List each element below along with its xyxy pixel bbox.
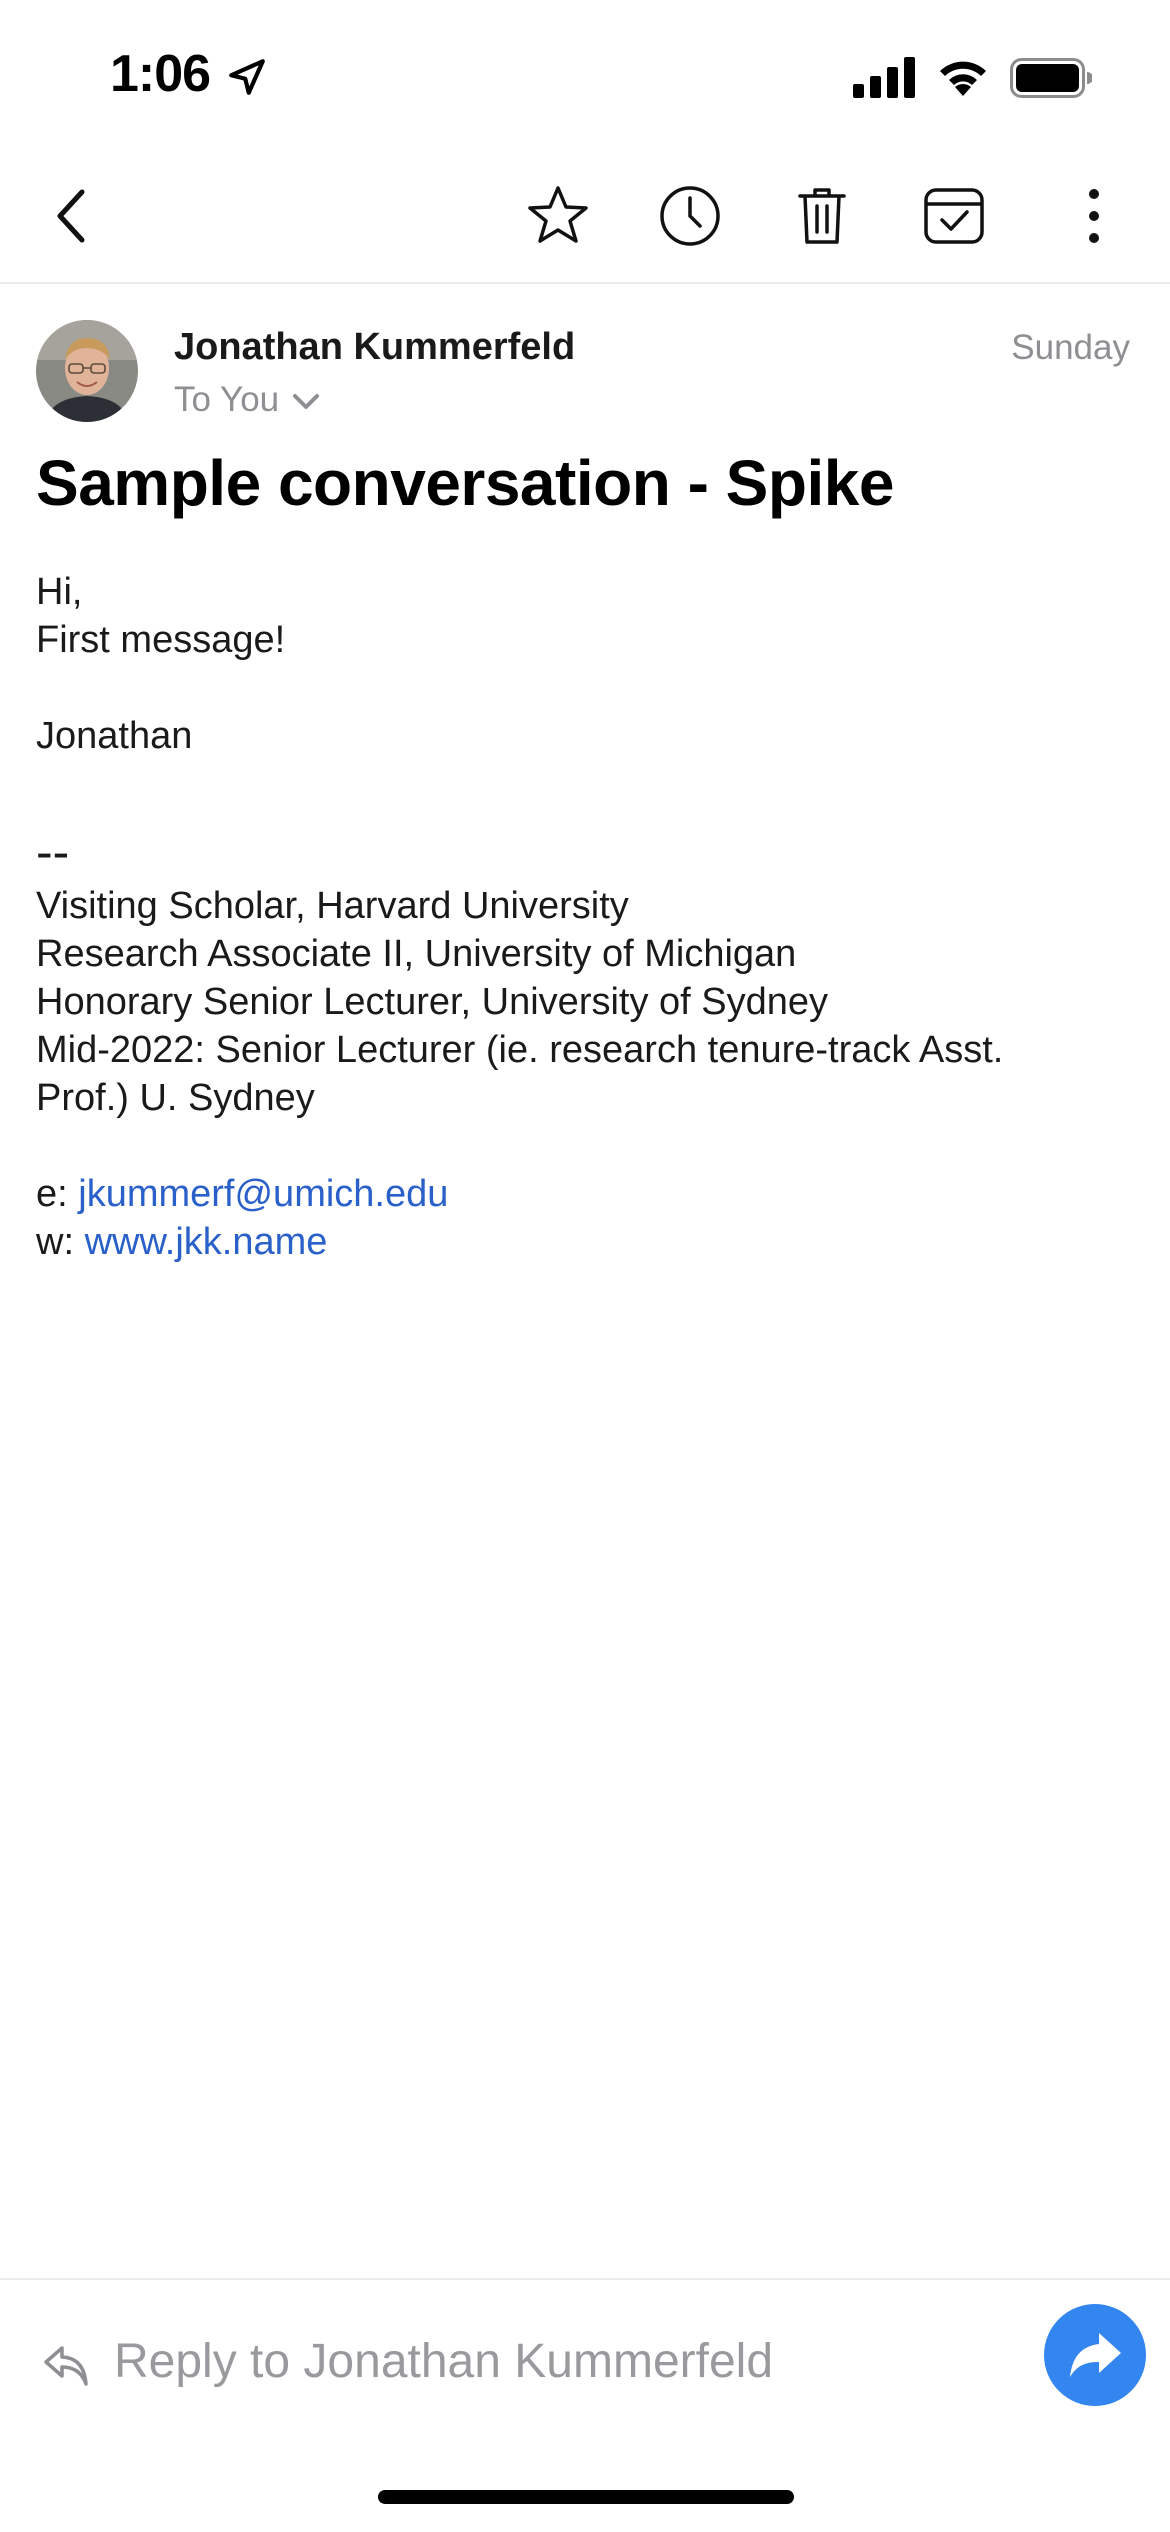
star-icon [528,186,588,243]
wifi-icon [940,61,986,96]
body-signoff: Jonathan [36,715,193,757]
signature-line: Prof.) U. Sydney [36,1077,315,1119]
more-button[interactable] [1056,178,1132,254]
mark-done-button[interactable] [916,178,992,254]
status-time: 1:06 [110,45,211,103]
delete-button[interactable] [784,178,860,254]
signature-separator: -- [36,824,70,880]
email-date: Sunday [1011,328,1130,367]
website-link[interactable]: www.jkk.name [85,1221,328,1263]
email-body: Hi, First message! Jonathan -- Visiting … [36,568,1136,1266]
reply-arrow-icon [44,2346,88,2386]
signature-email-row: e: jkummerf@umich.edu [36,1170,1136,1218]
forward-arrow-icon [1070,2333,1121,2377]
battery-icon [1010,58,1092,98]
chevron-down-icon [293,394,320,409]
more-vertical-icon [1089,189,1099,243]
email-subject: Sample conversation - Spike [36,447,894,519]
send-button[interactable] [1044,2304,1146,2406]
web-prefix: w: [36,1221,85,1263]
clock-icon [660,186,720,246]
status-bar: 1:06 [0,0,1170,150]
email-toolbar [0,150,1170,284]
back-button[interactable] [36,178,112,254]
back-chevron-icon [57,189,85,243]
snooze-button[interactable] [652,178,728,254]
location-arrow-icon [229,59,265,95]
trash-icon [798,188,846,244]
signature-line: Research Associate II, University of Mic… [36,933,797,975]
reply-bar [0,2278,1170,2438]
body-greeting: Hi, [36,571,83,613]
avatar-photo [36,320,138,422]
sender-name[interactable]: Jonathan Kummerfeld [174,326,575,369]
recipient-label: To You [174,380,280,419]
signature-line: Visiting Scholar, Harvard University [36,885,629,927]
signature-line: Mid-2022: Senior Lecturer (ie. research … [36,1029,1004,1071]
body-message: First message! [36,619,286,661]
recipient-toggle[interactable]: To You [174,380,323,420]
calendar-check-icon [924,188,984,244]
signature-line: Honorary Senior Lecturer, University of … [36,981,829,1023]
email-link[interactable]: jkummerf@umich.edu [78,1173,448,1215]
star-button[interactable] [520,178,596,254]
sender-avatar[interactable] [36,320,138,422]
home-indicator [378,2490,794,2504]
reply-input[interactable] [114,2326,994,2396]
cellular-signal-icon [853,57,915,98]
email-prefix: e: [36,1173,79,1215]
signature-web-row: w: www.jkk.name [36,1218,1136,1266]
